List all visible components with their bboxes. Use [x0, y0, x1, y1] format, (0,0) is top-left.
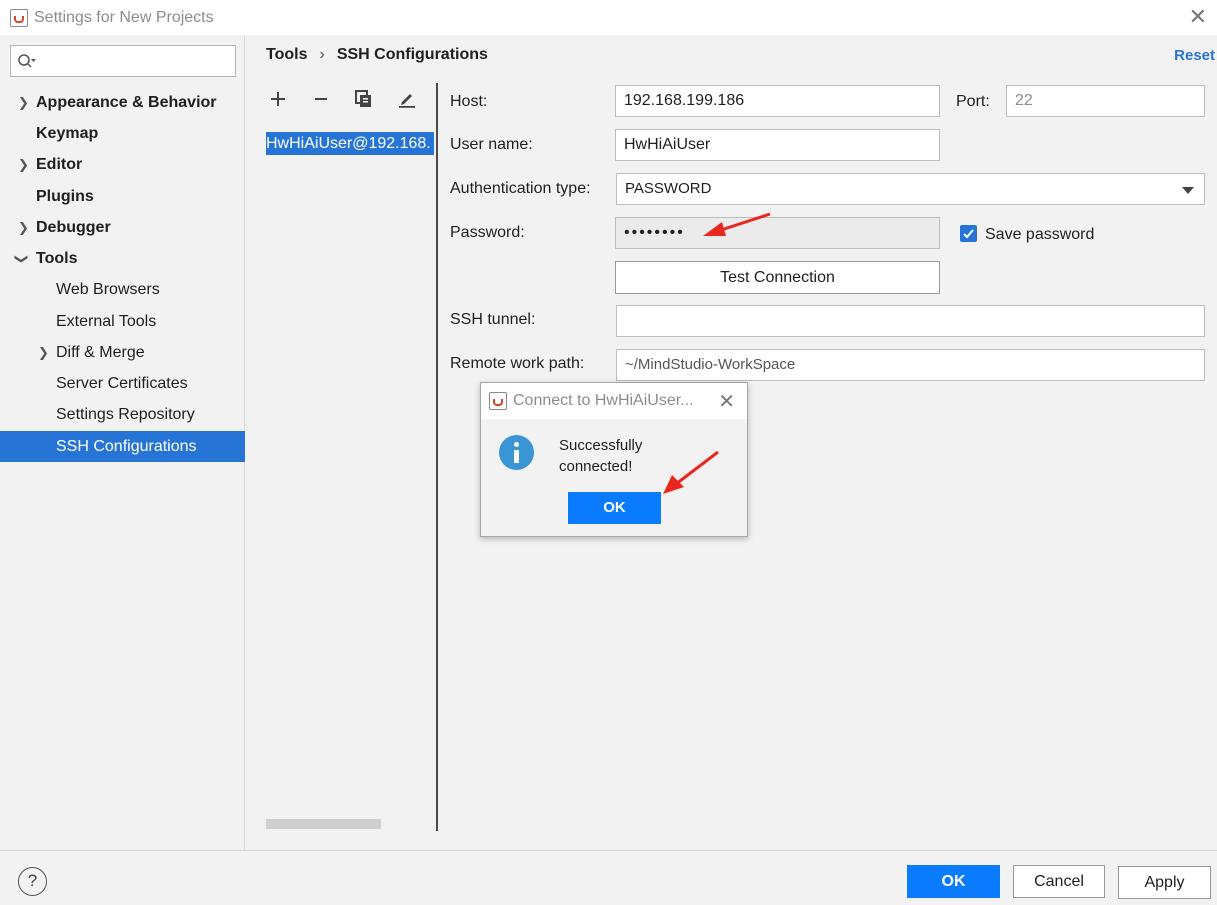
- config-list-horizontal-scrollbar[interactable]: [266, 819, 381, 829]
- save-password-label[interactable]: Save password: [985, 226, 1094, 244]
- sidebar-item-appearance-behavior[interactable]: ❯ Appearance & Behavior: [0, 87, 245, 118]
- chevron-right-icon[interactable]: ❯: [18, 95, 29, 111]
- auth-type-value: PASSWORD: [625, 180, 712, 197]
- settings-search-input[interactable]: [39, 50, 229, 72]
- settings-search-box[interactable]: [10, 45, 236, 77]
- apply-button[interactable]: Apply: [1118, 866, 1211, 899]
- remote-work-path-field[interactable]: ~/MindStudio-WorkSpace: [616, 349, 1205, 381]
- port-field[interactable]: 22: [1006, 85, 1205, 117]
- host-field[interactable]: 192.168.199.186: [615, 85, 940, 117]
- sidebar-item-label: Editor: [36, 155, 83, 173]
- user-name-field[interactable]: HwHiAiUser: [615, 129, 940, 161]
- sidebar-item-label: Debugger: [36, 218, 111, 236]
- copy-icon[interactable]: [352, 87, 376, 111]
- window-title: Settings for New Projects: [34, 8, 214, 26]
- test-connection-button[interactable]: Test Connection: [615, 261, 940, 294]
- sidebar-item-label: Diff & Merge: [56, 343, 145, 361]
- dialog-titlebar: Connect to HwHiAiUser... ✕: [481, 383, 747, 419]
- breadcrumb-separator-icon: ›: [319, 46, 325, 63]
- sidebar-item-ssh-configurations[interactable]: SSH Configurations: [0, 431, 245, 462]
- reset-link[interactable]: Reset: [1174, 47, 1215, 64]
- ok-button[interactable]: OK: [907, 865, 1000, 898]
- sidebar-item-plugins[interactable]: Plugins: [0, 181, 245, 212]
- sidebar-item-server-certificates[interactable]: Server Certificates: [0, 368, 245, 399]
- checkmark-icon: [963, 229, 974, 239]
- dialog-button-bar: ? OK Cancel Apply: [0, 850, 1217, 905]
- save-password-checkbox[interactable]: [960, 225, 977, 242]
- sidebar-item-diff-merge[interactable]: ❯ Diff & Merge: [0, 337, 245, 368]
- cancel-button[interactable]: Cancel: [1013, 865, 1105, 898]
- breadcrumb-current: SSH Configurations: [336, 46, 488, 63]
- sidebar-item-label: Keymap: [36, 124, 99, 142]
- auth-type-select[interactable]: PASSWORD: [616, 173, 1205, 205]
- sidebar-item-label: Web Browsers: [56, 280, 160, 298]
- sidebar-item-debugger[interactable]: ❯ Debugger: [0, 212, 245, 243]
- search-icon: [18, 54, 36, 68]
- sidebar-item-editor[interactable]: ❯ Editor: [0, 149, 245, 180]
- info-icon: [499, 435, 534, 470]
- ssh-tunnel-field[interactable]: [616, 305, 1205, 337]
- password-label: Password:: [450, 224, 525, 241]
- sidebar-item-keymap[interactable]: Keymap: [0, 118, 245, 149]
- sidebar-item-label: Plugins: [36, 187, 94, 205]
- sidebar-item-tools[interactable]: ❯ Tools: [0, 243, 245, 274]
- edit-icon[interactable]: [395, 87, 419, 111]
- panel-splitter[interactable]: [436, 83, 438, 831]
- sidebar-item-label: Server Certificates: [56, 374, 188, 392]
- app-icon: [10, 8, 28, 27]
- sidebar-item-web-browsers[interactable]: Web Browsers: [0, 274, 245, 305]
- config-list-toolbar: [266, 87, 438, 111]
- dialog-title: Connect to HwHiAiUser...: [513, 392, 694, 409]
- chevron-right-icon[interactable]: ❯: [38, 345, 49, 361]
- chevron-right-icon[interactable]: ❯: [18, 220, 29, 236]
- dropdown-arrow-icon[interactable]: [1182, 187, 1194, 194]
- sidebar-item-label: Tools: [36, 249, 78, 267]
- sidebar-item-settings-repository[interactable]: Settings Repository: [0, 399, 245, 430]
- breadcrumb: Tools › SSH Configurations: [266, 46, 488, 64]
- settings-sidebar: ❯ Appearance & Behavior Keymap ❯ Editor …: [0, 35, 245, 850]
- app-icon: [489, 392, 507, 410]
- user-name-label: User name:: [450, 136, 533, 153]
- chevron-down-icon[interactable]: ❯: [13, 253, 29, 264]
- remove-icon[interactable]: [309, 87, 333, 111]
- window-close-icon[interactable]: ✕: [1189, 5, 1207, 29]
- host-label: Host:: [450, 93, 488, 110]
- add-icon[interactable]: [266, 87, 290, 111]
- window-titlebar: Settings for New Projects ✕: [0, 0, 1217, 35]
- password-field[interactable]: ••••••••: [615, 217, 940, 249]
- chevron-right-icon[interactable]: ❯: [18, 157, 29, 173]
- sidebar-item-label: Appearance & Behavior: [36, 93, 217, 111]
- remote-work-path-label: Remote work path:: [450, 355, 585, 372]
- auth-type-label: Authentication type:: [450, 180, 591, 197]
- help-icon[interactable]: ?: [18, 867, 47, 896]
- sidebar-item-label: Settings Repository: [56, 405, 195, 423]
- sidebar-item-external-tools[interactable]: External Tools: [0, 306, 245, 337]
- sidebar-item-label: External Tools: [56, 312, 157, 330]
- dialog-ok-button[interactable]: OK: [568, 492, 661, 524]
- port-label: Port:: [956, 93, 990, 110]
- breadcrumb-parent[interactable]: Tools: [266, 46, 307, 64]
- annotation-arrow-icon: [663, 450, 719, 494]
- annotation-arrow-icon: [703, 212, 771, 236]
- dialog-close-icon[interactable]: ✕: [718, 389, 735, 414]
- sidebar-item-label: SSH Configurations: [56, 437, 197, 455]
- ssh-tunnel-label: SSH tunnel:: [450, 311, 536, 328]
- ssh-config-list-item[interactable]: HwHiAiUser@192.168.: [266, 132, 434, 155]
